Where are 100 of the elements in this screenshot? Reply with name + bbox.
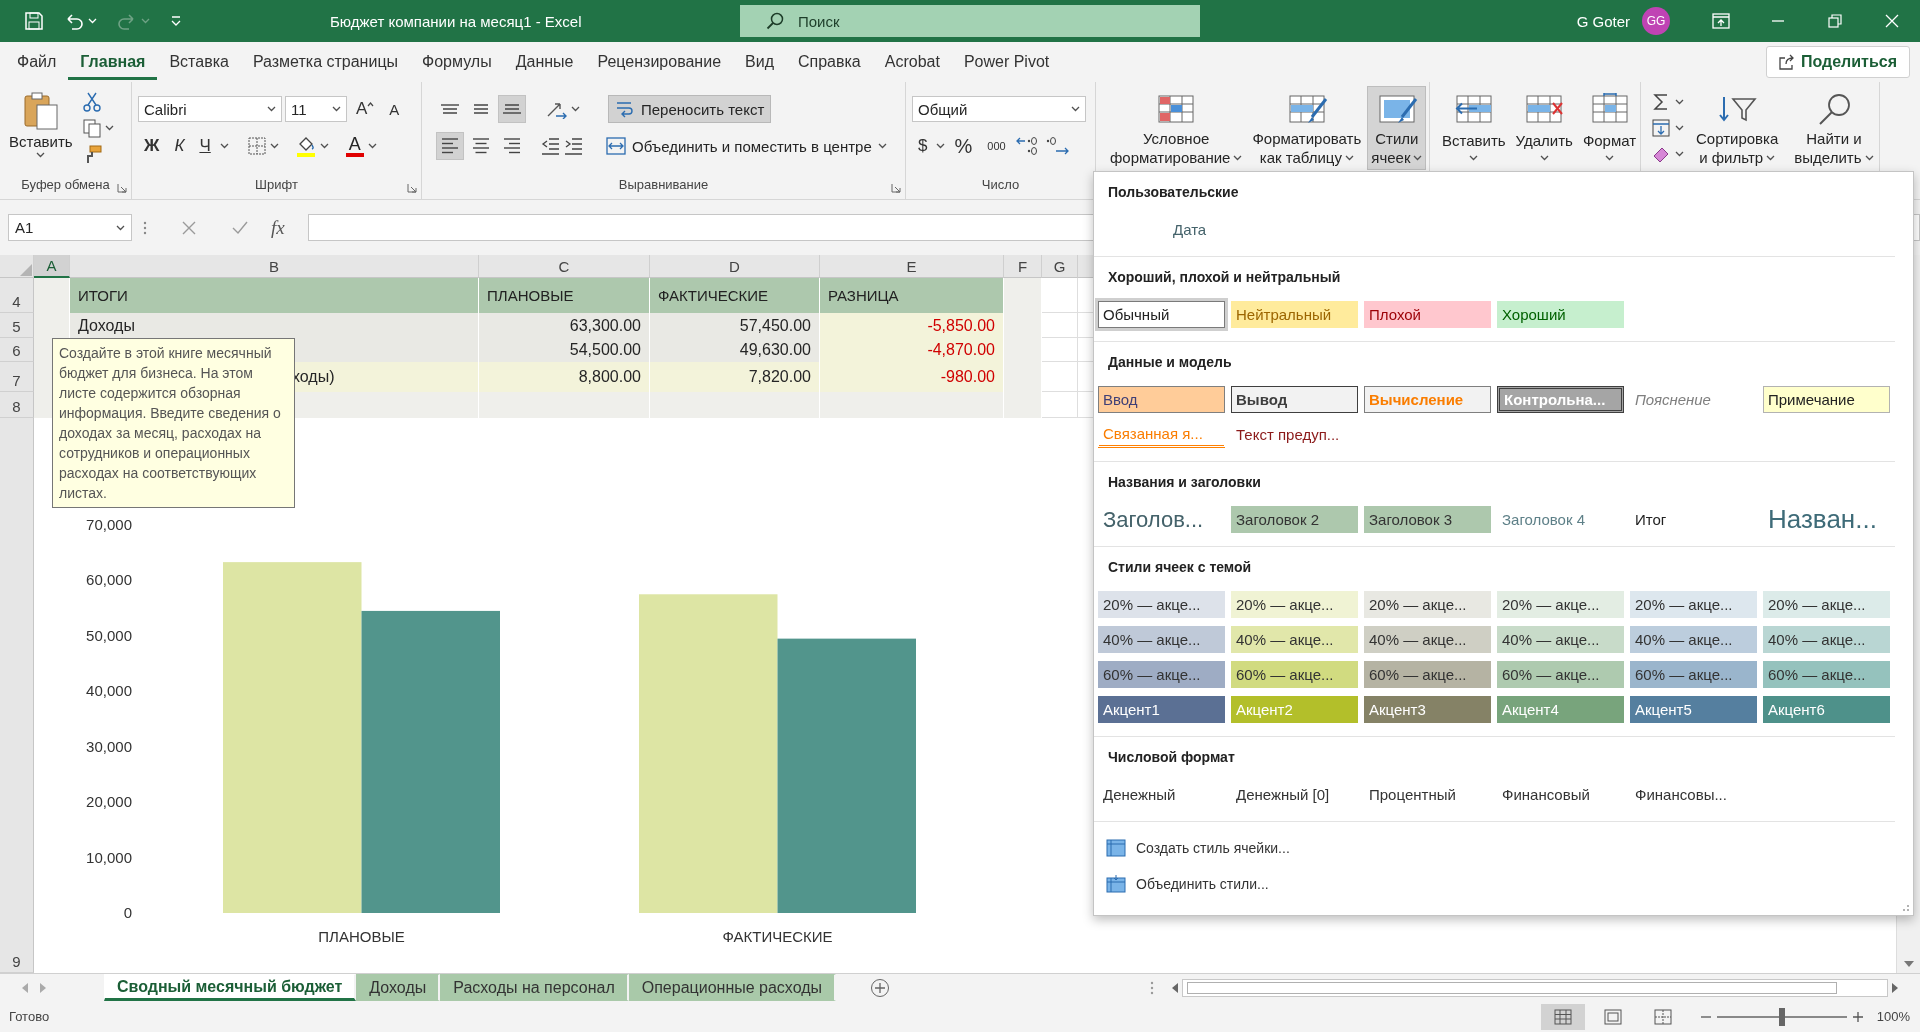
- customize-icon[interactable]: [170, 15, 182, 27]
- align-bottom-button[interactable]: [498, 95, 526, 123]
- row-header[interactable]: 5: [0, 313, 34, 338]
- user-avatar[interactable]: GG: [1642, 7, 1670, 35]
- cell-style-option[interactable]: Денежный: [1098, 781, 1225, 808]
- fill-down-icon[interactable]: [1651, 118, 1671, 138]
- undo-icon[interactable]: [64, 11, 84, 31]
- enter-icon[interactable]: [232, 220, 248, 235]
- cell-style-option[interactable]: 40% — акце...: [1630, 626, 1757, 653]
- cell-style-option[interactable]: 40% — акце...: [1364, 626, 1491, 653]
- cell-style-option[interactable]: Хороший: [1497, 301, 1624, 328]
- scroll-right-icon[interactable]: [1892, 982, 1898, 993]
- column-header[interactable]: A: [34, 255, 70, 278]
- font-color-button[interactable]: A: [344, 134, 365, 158]
- caret-icon[interactable]: [1233, 154, 1243, 161]
- sheet-tab[interactable]: Доходы: [356, 974, 441, 1001]
- ribbon-tab[interactable]: Главная: [68, 44, 158, 80]
- caret-icon[interactable]: [104, 125, 114, 131]
- cell-style-option[interactable]: Заголовок 2: [1231, 506, 1358, 533]
- scroll-down-icon[interactable]: [1903, 961, 1914, 967]
- ribbon-tab[interactable]: Рецензирование: [585, 44, 734, 80]
- zoom-in-icon[interactable]: [1852, 1011, 1863, 1022]
- currency-button[interactable]: $: [912, 132, 934, 160]
- column-header[interactable]: B: [70, 255, 479, 278]
- sheet-tab[interactable]: Сводный месячный бюджет: [104, 974, 357, 1001]
- ribbon-display-icon[interactable]: [1711, 13, 1730, 29]
- cell-style-option[interactable]: Финансовый: [1497, 781, 1624, 808]
- cell-style-option[interactable]: Примечание: [1763, 386, 1890, 413]
- cell-style-option[interactable]: 60% — акце...: [1763, 661, 1890, 688]
- cell-style-option[interactable]: Дата: [1098, 216, 1225, 243]
- caret-icon[interactable]: [1675, 151, 1684, 157]
- column-header[interactable]: E: [820, 255, 1004, 278]
- column-header[interactable]: F: [1004, 255, 1042, 278]
- cell-style-option[interactable]: 60% — акце...: [1364, 661, 1491, 688]
- user-name[interactable]: G Goter: [1576, 12, 1630, 30]
- cell-style-option[interactable]: 60% — акце...: [1630, 661, 1757, 688]
- ribbon-tab[interactable]: Формулы: [410, 44, 504, 80]
- ribbon-tab[interactable]: Acrobat: [872, 44, 952, 80]
- cell-style-option[interactable]: Денежный [0]: [1231, 781, 1358, 808]
- cell-style-option[interactable]: Ввод: [1098, 386, 1225, 413]
- sheet-tab[interactable]: Расходы на персонал: [440, 974, 629, 1001]
- cell-style-option[interactable]: Акцент1: [1098, 696, 1225, 723]
- row-header[interactable]: 4: [0, 278, 34, 313]
- caret-icon[interactable]: [116, 224, 125, 231]
- share-button[interactable]: Поделиться: [1765, 46, 1910, 78]
- ribbon-button[interactable]: Стили ячеек: [1367, 86, 1427, 170]
- close-icon[interactable]: [1884, 14, 1899, 28]
- cell-style-option[interactable]: Акцент3: [1364, 696, 1491, 723]
- dialog-launcher-icon[interactable]: [407, 183, 417, 193]
- row-header[interactable]: 6: [0, 338, 34, 362]
- caret-icon[interactable]: [1766, 154, 1776, 161]
- caret-icon[interactable]: [1675, 99, 1684, 105]
- cell-style-option[interactable]: 20% — акце...: [1231, 591, 1358, 618]
- caret-icon[interactable]: [267, 106, 276, 112]
- increase-indent-icon[interactable]: [563, 136, 583, 156]
- add-sheet-icon[interactable]: [870, 977, 891, 998]
- percent-button[interactable]: %: [948, 132, 979, 160]
- menu-item[interactable]: Создать стиль ячейки...: [1136, 840, 1290, 856]
- column-header[interactable]: D: [650, 255, 820, 278]
- caret-icon[interactable]: [332, 106, 341, 112]
- cell-style-option[interactable]: 20% — акце...: [1364, 591, 1491, 618]
- delete-cells-icon[interactable]: [1523, 93, 1566, 125]
- wrap-text-button[interactable]: Переносить текст: [608, 95, 772, 123]
- ribbon-tab[interactable]: Вид: [733, 44, 786, 80]
- row-header[interactable]: 9: [0, 418, 34, 973]
- zoom-level[interactable]: 100%: [1876, 1009, 1910, 1024]
- caret-icon[interactable]: [1344, 154, 1354, 161]
- horizontal-scrollbar[interactable]: [1182, 978, 1888, 997]
- cell-style-option[interactable]: Пояснение: [1630, 386, 1757, 413]
- save-icon[interactable]: [24, 11, 44, 31]
- cell-style-option[interactable]: 40% — акце...: [1098, 626, 1225, 653]
- cell-style-option[interactable]: Заголовок 3: [1364, 506, 1491, 533]
- caret-icon[interactable]: [219, 143, 229, 149]
- caret-icon[interactable]: [571, 106, 580, 112]
- cell-style-option[interactable]: Финансовы...: [1630, 781, 1757, 808]
- font-size-field[interactable]: 11: [285, 96, 347, 122]
- dialog-launcher-icon[interactable]: [117, 183, 127, 193]
- cell-style-option[interactable]: Плохой: [1364, 301, 1491, 328]
- cell-style-option[interactable]: Заголов...: [1098, 506, 1225, 533]
- name-box[interactable]: A1: [8, 214, 132, 241]
- font-field[interactable]: Calibri: [138, 96, 282, 122]
- column-header[interactable]: G: [1042, 255, 1078, 278]
- cell-style-option[interactable]: Вывод: [1231, 386, 1358, 413]
- cell-style-option[interactable]: 20% — акце...: [1763, 591, 1890, 618]
- cell-style-option[interactable]: Процентный: [1364, 781, 1491, 808]
- cell-style-option[interactable]: Заголовок 4: [1497, 506, 1624, 533]
- decrease-indent-icon[interactable]: [540, 136, 560, 156]
- bold-button[interactable]: Ж: [138, 132, 166, 160]
- view-button[interactable]: [1540, 1003, 1585, 1030]
- caret-icon[interactable]: [1539, 155, 1549, 162]
- merge-center-button[interactable]: Объединить и поместить в центре: [599, 132, 894, 160]
- cell-style-option[interactable]: 60% — акце...: [1231, 661, 1358, 688]
- underline-button[interactable]: Ч: [193, 132, 217, 160]
- caret-icon[interactable]: [1675, 125, 1684, 131]
- increase-font-button[interactable]: A: [350, 95, 381, 123]
- insert-function-button[interactable]: fx: [270, 215, 286, 240]
- ribbon-button[interactable]: Формат: [1578, 86, 1641, 170]
- cell-style-option[interactable]: 40% — акце...: [1763, 626, 1890, 653]
- scroll-left-icon[interactable]: [1172, 982, 1178, 993]
- fill-color-icon[interactable]: [294, 135, 317, 157]
